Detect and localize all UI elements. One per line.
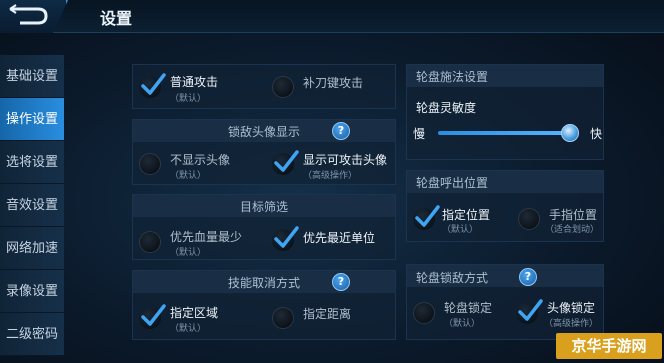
sidebar-item-sound[interactable]: 音效设置 bbox=[0, 184, 64, 227]
wheel-call-title: 轮盘呼出位置 bbox=[416, 176, 489, 190]
last-hit-attack-radio[interactable] bbox=[272, 76, 294, 98]
sidebar: 基础设置 操作设置 选将设置 音效设置 网络加速 录像设置 二级密码 bbox=[0, 55, 64, 363]
wheel-lock-default-note: （默认） bbox=[444, 319, 481, 329]
skill-cancel-help-icon[interactable]: ? bbox=[332, 273, 350, 291]
checkmark-icon bbox=[274, 226, 299, 248]
finger-position-label: 手指位置 bbox=[549, 208, 598, 222]
target-distance-label: 指定距离 bbox=[303, 307, 352, 321]
sidebar-item-hero-select[interactable]: 选将设置 bbox=[0, 141, 64, 184]
normal-attack-checkbox[interactable] bbox=[139, 73, 166, 98]
lowest-hp-radio[interactable] bbox=[139, 231, 161, 253]
no-avatar-radio[interactable] bbox=[139, 153, 161, 175]
back-button[interactable] bbox=[0, 0, 68, 33]
finger-position-swipe-note: （适合划动） bbox=[545, 225, 600, 235]
show-attackable-avatar-label: 显示可攻击头像 bbox=[303, 153, 388, 167]
normal-attack-label: 普通攻击 bbox=[170, 75, 219, 89]
checkmark-icon bbox=[518, 299, 543, 321]
nearest-unit-checkbox[interactable] bbox=[272, 226, 299, 251]
avatar-lock-advanced-note: （高级操作） bbox=[544, 319, 599, 329]
target-area-checkbox[interactable] bbox=[139, 304, 166, 329]
slider-fast-label: 快 bbox=[590, 127, 603, 141]
sidebar-item-network[interactable]: 网络加速 bbox=[0, 227, 64, 270]
wheel-lock-radio[interactable] bbox=[413, 302, 435, 324]
avatar-lock-label: 头像锁定 bbox=[547, 301, 596, 315]
lowest-hp-default-note: （默认） bbox=[170, 248, 207, 258]
lowest-hp-label: 优先血量最少 bbox=[170, 230, 243, 244]
wheel-lock-label: 轮盘锁定 bbox=[444, 301, 493, 315]
target-area-default-note: （默认） bbox=[170, 324, 207, 334]
no-avatar-label: 不显示头像 bbox=[170, 153, 231, 167]
sidebar-item-secondary-password[interactable]: 二级密码 bbox=[0, 313, 64, 356]
checkmark-icon bbox=[415, 205, 440, 227]
checkmark-icon bbox=[141, 73, 166, 95]
target-distance-radio[interactable] bbox=[272, 307, 294, 329]
lock-avatar-help-icon[interactable]: ? bbox=[332, 122, 350, 140]
slider-slow-label: 慢 bbox=[413, 127, 426, 141]
wheel-lock-title: 轮盘锁敌方式 bbox=[416, 271, 489, 285]
sensitivity-slider-track[interactable] bbox=[438, 131, 576, 135]
fixed-position-checkbox[interactable] bbox=[413, 205, 440, 230]
checkmark-icon bbox=[141, 304, 166, 326]
wheel-sensitivity-label: 轮盘灵敏度 bbox=[416, 101, 477, 115]
finger-position-radio[interactable] bbox=[518, 208, 540, 230]
nearest-unit-label: 优先最近单位 bbox=[303, 231, 376, 245]
back-arrow-icon bbox=[9, 4, 48, 25]
lock-avatar-title: 锁敌头像显示 bbox=[228, 125, 301, 139]
page-title: 设置 bbox=[100, 9, 133, 28]
fixed-position-default-note: （默认） bbox=[442, 225, 479, 235]
show-attackable-avatar-advanced-note: （高级操作） bbox=[303, 171, 358, 181]
no-avatar-default-note: （默认） bbox=[170, 171, 207, 181]
sidebar-item-controls[interactable]: 操作设置 bbox=[0, 98, 64, 141]
site-watermark: 京华手游网 bbox=[556, 333, 662, 359]
sidebar-item-basic[interactable]: 基础设置 bbox=[0, 55, 64, 98]
checkmark-icon bbox=[274, 150, 299, 172]
wheel-cast-title: 轮盘施法设置 bbox=[416, 70, 489, 84]
top-bar: 设置 bbox=[0, 0, 664, 33]
normal-attack-default-note: （默认） bbox=[170, 94, 207, 104]
show-attackable-avatar-checkbox[interactable] bbox=[272, 150, 299, 175]
target-area-label: 指定区域 bbox=[170, 306, 219, 320]
wheel-lock-help-icon[interactable]: ? bbox=[519, 268, 537, 286]
skill-cancel-title: 技能取消方式 bbox=[228, 276, 301, 290]
target-filter-title: 目标筛选 bbox=[240, 200, 289, 214]
sidebar-item-replay[interactable]: 录像设置 bbox=[0, 270, 64, 313]
fixed-position-label: 指定位置 bbox=[442, 208, 491, 222]
last-hit-attack-label: 补刀键攻击 bbox=[303, 76, 364, 90]
avatar-lock-checkbox[interactable] bbox=[516, 299, 543, 324]
